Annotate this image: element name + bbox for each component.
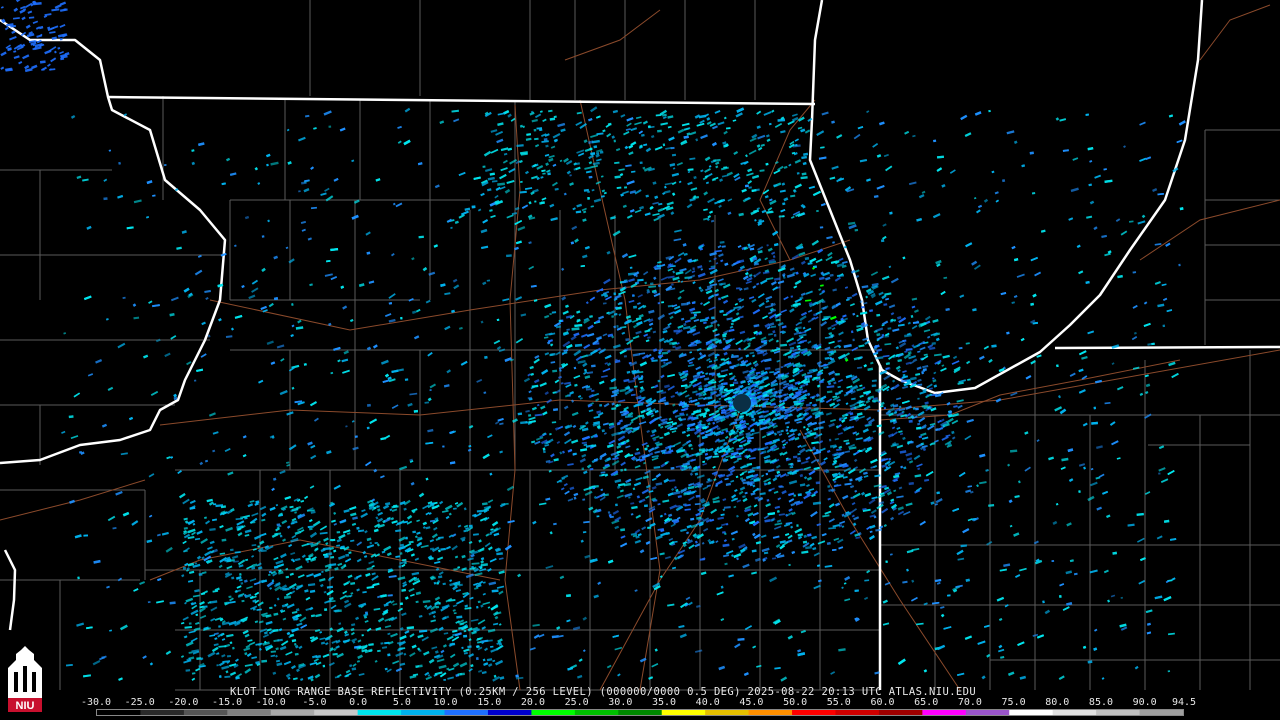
colorbar-segment <box>1009 710 1054 715</box>
colorbar-segment <box>97 710 141 715</box>
colorbar-segment <box>922 710 967 715</box>
colorbar-segment <box>792 710 836 715</box>
colorbar-segment <box>748 710 793 715</box>
colorbar-segment <box>444 710 489 715</box>
colorbar-segment <box>227 710 272 715</box>
colorbar-segment <box>1052 710 1097 715</box>
colorbar-segment <box>705 710 750 715</box>
colorbar-segment <box>965 710 1010 715</box>
colorbar-segment <box>314 710 359 715</box>
colorbar-segment <box>270 710 315 715</box>
radar-map <box>0 0 1280 720</box>
colorbar-segment <box>140 710 185 715</box>
scale-label: 5.0 <box>392 697 411 708</box>
colorbar-segment <box>183 710 228 715</box>
scale-label: -5.0 <box>302 697 327 708</box>
scale-label: 75.0 <box>1001 697 1026 708</box>
colorbar-segment <box>357 710 402 715</box>
scale-label: 80.0 <box>1045 697 1070 708</box>
scale-label: -20.0 <box>168 697 199 708</box>
scale-label: -10.0 <box>255 697 286 708</box>
dbz-scale-labels: -30.0 -25.0 -20.0 -15.0 -10.0 -5.0 0.0 5.0 10.0 1… <box>81 697 1197 709</box>
colorbar-segment <box>835 710 880 715</box>
scale-label: 70.0 <box>957 697 982 708</box>
scale-label: 40.0 <box>695 697 720 708</box>
colorbar-segment <box>1096 710 1141 715</box>
scale-label: 55.0 <box>826 697 851 708</box>
scale-label: 85.0 <box>1088 697 1114 708</box>
colorbar-segment <box>1139 710 1183 715</box>
scale-label: 45.0 <box>739 697 764 708</box>
scale-label: 10.0 <box>433 697 458 708</box>
colorbar-segment <box>531 710 576 715</box>
niu-logo: NIU <box>4 646 46 716</box>
colorbar-segment <box>878 710 923 715</box>
scale-label: 94.5 <box>1171 697 1197 708</box>
colorbar-segment <box>618 710 663 715</box>
radar-site-cone <box>733 394 751 412</box>
scale-label: 15.0 <box>477 697 502 708</box>
scale-label: 30.0 <box>608 697 633 708</box>
scale-label: 20.0 <box>520 697 545 708</box>
colorbar-segment <box>574 710 619 715</box>
scale-label: 90.0 <box>1132 697 1157 708</box>
scale-label: 35.0 <box>651 697 677 708</box>
scale-label: 0.0 <box>349 697 368 708</box>
colorbar-segment <box>487 710 532 715</box>
colorbar-segment <box>401 710 446 715</box>
scale-label: 25.0 <box>564 697 589 708</box>
dbz-colorbar <box>96 709 1184 716</box>
scale-label: -30.0 <box>80 697 112 708</box>
colorbar-segment <box>661 710 706 715</box>
logo-text: NIU <box>16 700 35 712</box>
scale-label: 50.0 <box>783 697 808 708</box>
scale-label: 60.0 <box>870 697 895 708</box>
scale-label: -25.0 <box>124 697 155 708</box>
scale-label: -15.0 <box>212 697 243 708</box>
scale-label: 65.0 <box>914 697 939 708</box>
